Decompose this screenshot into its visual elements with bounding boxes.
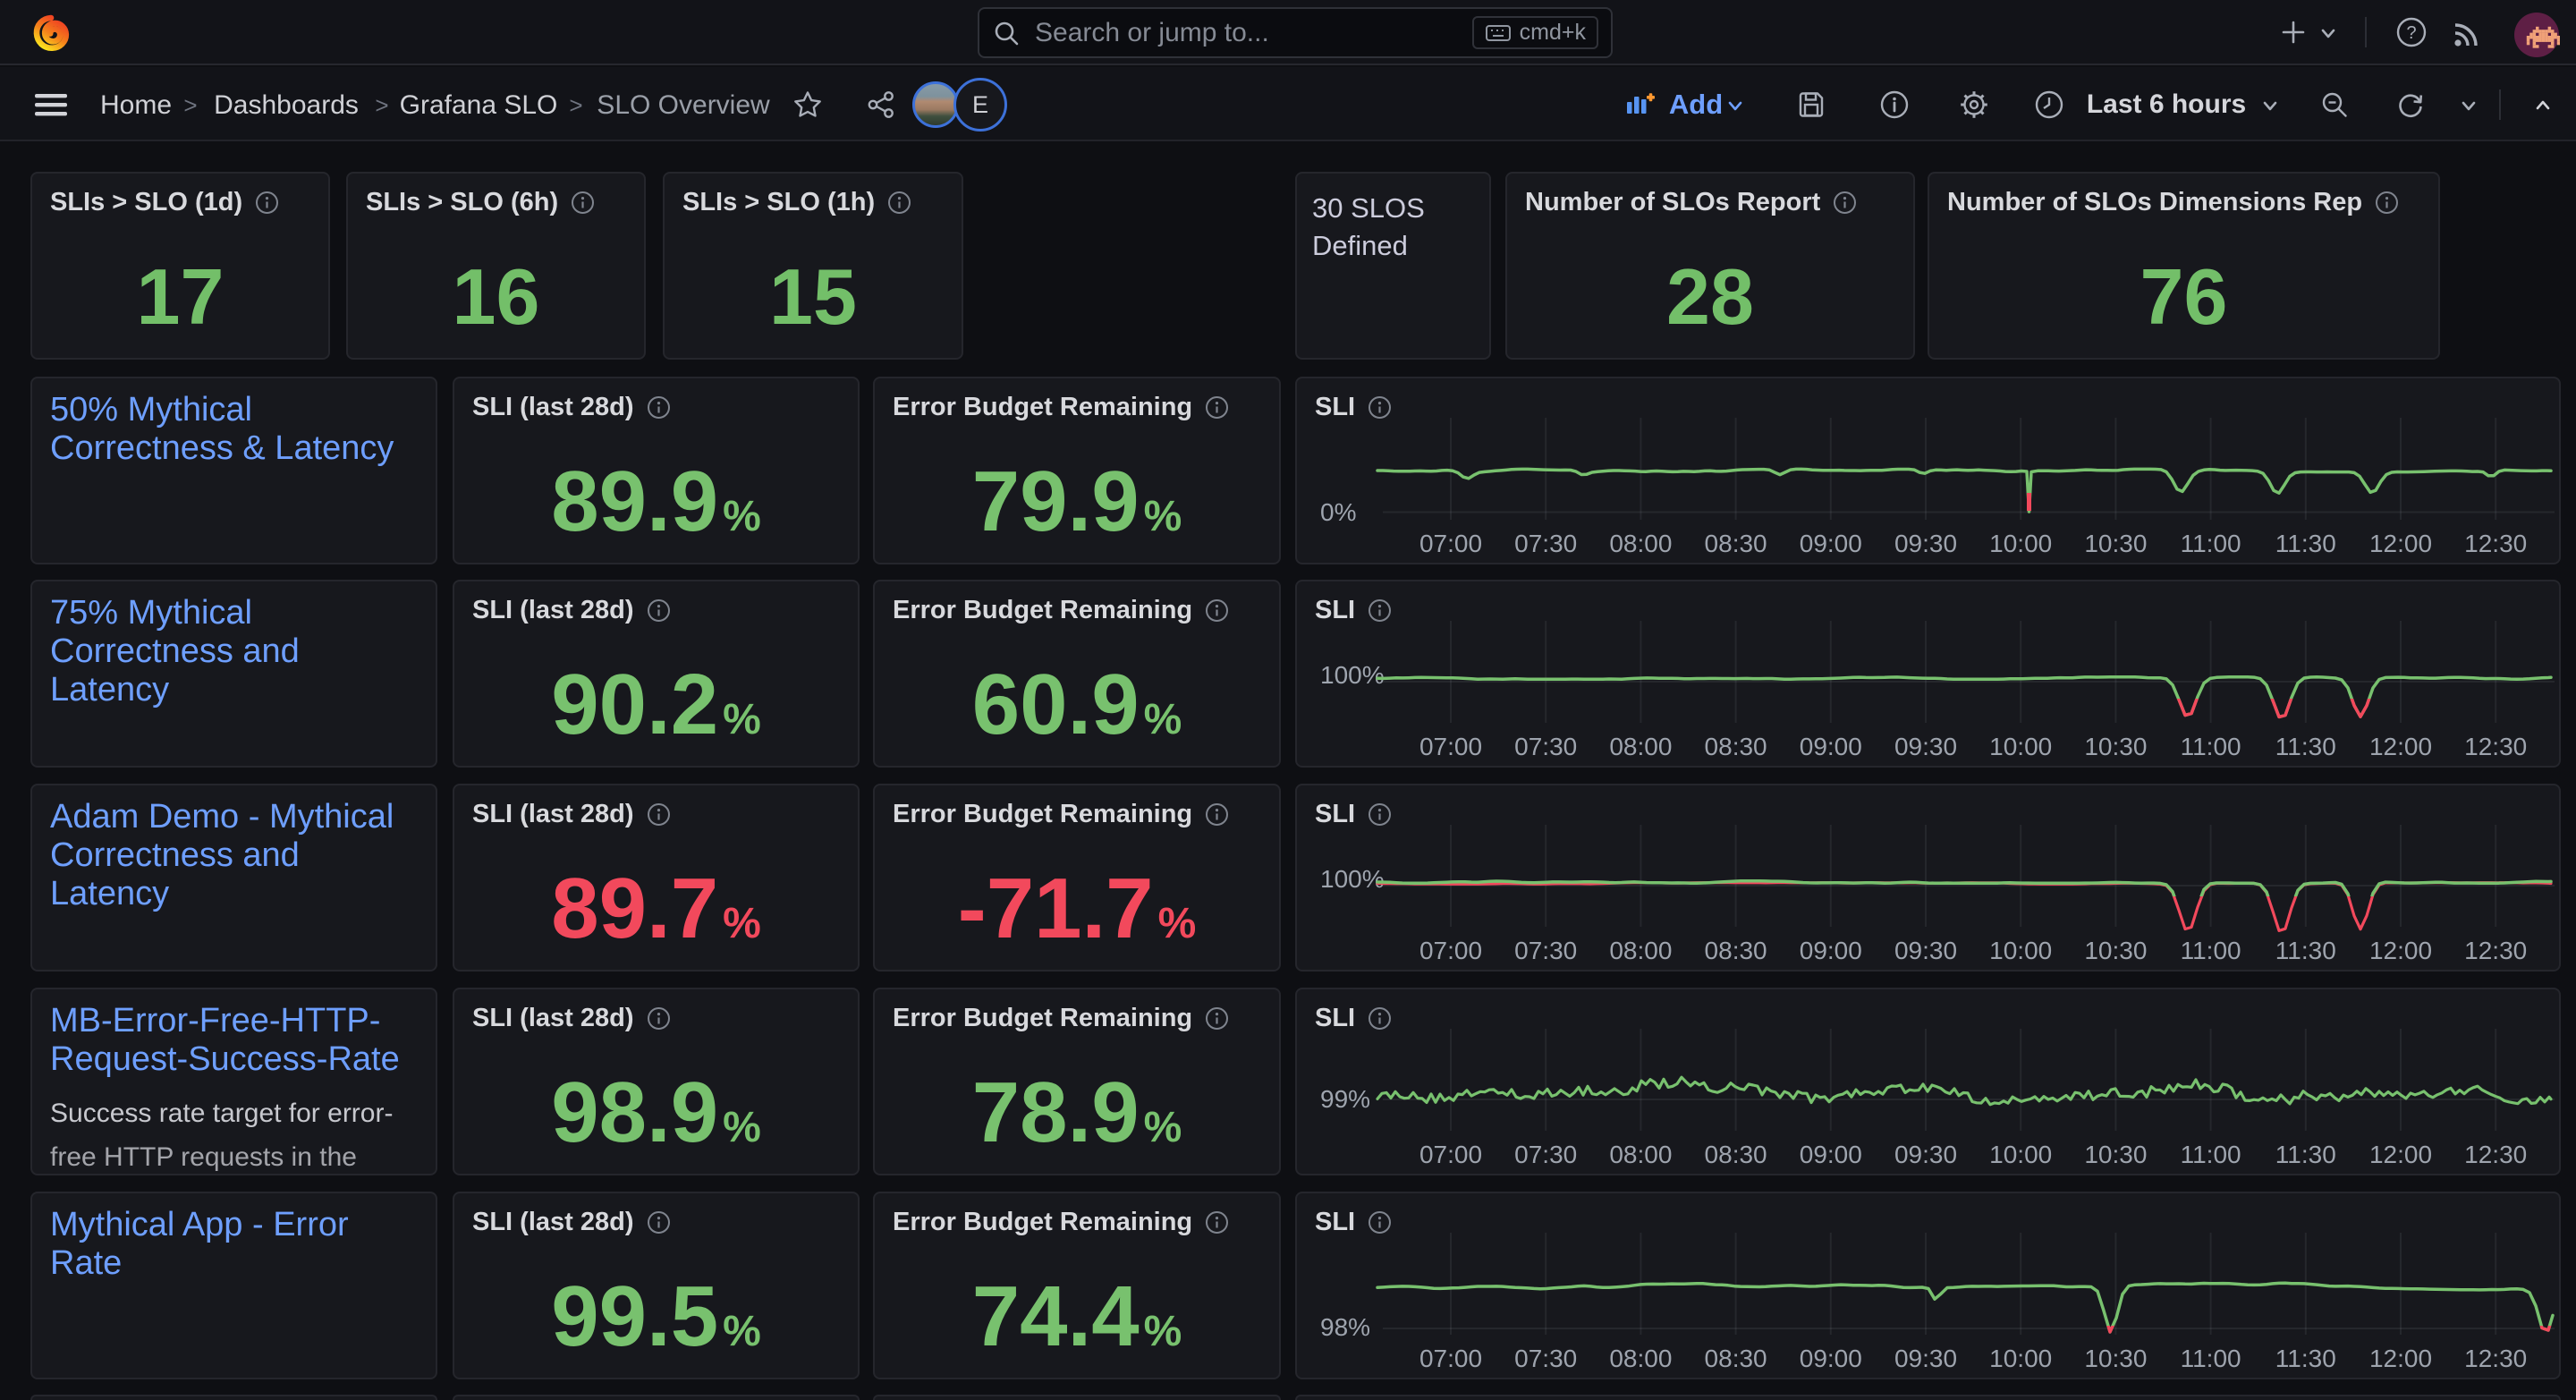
svg-text:09:30: 09:30	[1894, 530, 1957, 557]
svg-text:09:00: 09:00	[1800, 1345, 1862, 1372]
svg-text:12:00: 12:00	[2369, 1345, 2432, 1372]
svg-text:10:00: 10:00	[1989, 530, 2052, 557]
svg-text:10:00: 10:00	[1989, 1345, 2052, 1372]
svg-text:08:00: 08:00	[1609, 530, 1672, 557]
svg-text:12:00: 12:00	[2369, 530, 2432, 557]
svg-text:07:30: 07:30	[1514, 1345, 1577, 1372]
svg-text:11:30: 11:30	[2275, 1345, 2336, 1372]
svg-text:?: ?	[2406, 23, 2416, 43]
svg-text:10:00: 10:00	[1989, 1141, 2052, 1168]
svg-text:07:30: 07:30	[1514, 530, 1577, 557]
svg-text:100%: 100%	[1320, 865, 1385, 893]
svg-text:08:30: 08:30	[1705, 530, 1767, 557]
svg-text:12:00: 12:00	[2369, 733, 2432, 760]
svg-text:10:30: 10:30	[2084, 1141, 2147, 1168]
svg-text:09:00: 09:00	[1800, 1141, 1862, 1168]
svg-text:07:00: 07:00	[1419, 1141, 1482, 1168]
svg-text:09:30: 09:30	[1894, 1141, 1957, 1168]
svg-text:08:30: 08:30	[1705, 733, 1767, 760]
svg-text:12:30: 12:30	[2464, 937, 2527, 964]
svg-text:08:30: 08:30	[1705, 1345, 1767, 1372]
svg-text:08:00: 08:00	[1609, 937, 1672, 964]
svg-text:08:00: 08:00	[1609, 1345, 1672, 1372]
svg-text:10:30: 10:30	[2084, 733, 2147, 760]
svg-text:10:30: 10:30	[2084, 937, 2147, 964]
svg-text:100%: 100%	[1320, 661, 1385, 689]
svg-text:09:30: 09:30	[1894, 1345, 1957, 1372]
svg-text:07:00: 07:00	[1419, 937, 1482, 964]
svg-text:12:00: 12:00	[2369, 937, 2432, 964]
svg-text:09:30: 09:30	[1894, 733, 1957, 760]
svg-text:07:00: 07:00	[1419, 1345, 1482, 1372]
svg-text:12:00: 12:00	[2369, 1141, 2432, 1168]
svg-text:12:30: 12:30	[2464, 1345, 2527, 1372]
svg-text:11:30: 11:30	[2275, 733, 2336, 760]
svg-text:11:00: 11:00	[2181, 733, 2241, 760]
svg-text:11:30: 11:30	[2275, 1141, 2336, 1168]
svg-text:07:30: 07:30	[1514, 1141, 1577, 1168]
svg-text:09:00: 09:00	[1800, 530, 1862, 557]
svg-text:10:30: 10:30	[2084, 1345, 2147, 1372]
svg-text:11:00: 11:00	[2181, 1345, 2241, 1372]
svg-text:0%: 0%	[1320, 498, 1356, 526]
svg-text:07:30: 07:30	[1514, 937, 1577, 964]
svg-text:10:00: 10:00	[1989, 937, 2052, 964]
svg-text:11:00: 11:00	[2181, 1141, 2241, 1168]
svg-text:08:30: 08:30	[1705, 1141, 1767, 1168]
svg-text:07:30: 07:30	[1514, 733, 1577, 760]
svg-text:11:30: 11:30	[2275, 530, 2336, 557]
svg-text:09:00: 09:00	[1800, 733, 1862, 760]
svg-text:10:00: 10:00	[1989, 733, 2052, 760]
svg-text:08:00: 08:00	[1609, 733, 1672, 760]
svg-text:10:30: 10:30	[2084, 530, 2147, 557]
svg-text:11:30: 11:30	[2275, 937, 2336, 964]
svg-text:12:30: 12:30	[2464, 733, 2527, 760]
svg-text:07:00: 07:00	[1419, 530, 1482, 557]
svg-text:98%: 98%	[1320, 1313, 1370, 1341]
svg-text:99%: 99%	[1320, 1085, 1370, 1113]
svg-text:11:00: 11:00	[2181, 530, 2241, 557]
svg-text:09:00: 09:00	[1800, 937, 1862, 964]
svg-text:12:30: 12:30	[2464, 1141, 2527, 1168]
svg-text:07:00: 07:00	[1419, 733, 1482, 760]
svg-text:08:30: 08:30	[1705, 937, 1767, 964]
svg-text:12:30: 12:30	[2464, 530, 2527, 557]
svg-text:09:30: 09:30	[1894, 937, 1957, 964]
svg-text:11:00: 11:00	[2181, 937, 2241, 964]
svg-text:08:00: 08:00	[1609, 1141, 1672, 1168]
